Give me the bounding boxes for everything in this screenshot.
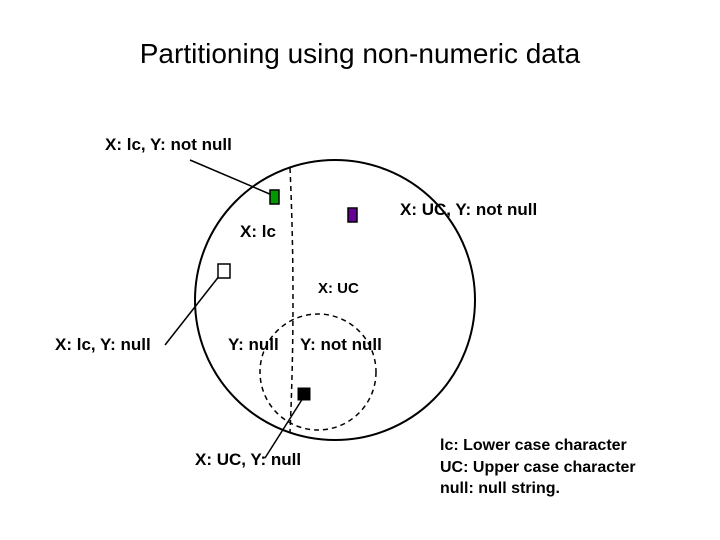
- purple-marker-icon: [348, 208, 357, 222]
- label-y-null: Y: null: [228, 335, 279, 355]
- label-bottom: X: UC, Y: null: [195, 450, 301, 470]
- vertical-divider-icon: [290, 168, 293, 432]
- white-marker-icon: [218, 264, 230, 278]
- connector-topleft-icon: [190, 160, 272, 195]
- legend-line-1: lc: Lower case character: [440, 435, 636, 457]
- label-left-outer: X: lc, Y: null: [55, 335, 151, 355]
- legend-line-2: UC: Upper case character: [440, 457, 636, 479]
- label-y-not-null: Y: not null: [300, 335, 382, 355]
- connector-left-icon: [165, 275, 220, 345]
- legend: lc: Lower case character UC: Upper case …: [440, 435, 636, 500]
- legend-line-3: null: null string.: [440, 478, 636, 500]
- label-x-uc: X: UC: [318, 280, 359, 297]
- label-x-lc: X: lc: [240, 222, 276, 242]
- label-top-right: X: UC, Y: not null: [400, 200, 537, 220]
- black-marker-icon: [298, 388, 310, 400]
- connector-bottom-icon: [265, 398, 303, 458]
- label-top-left: X: lc, Y: not null: [105, 135, 232, 155]
- green-marker-icon: [270, 190, 279, 204]
- inner-circle-icon: [260, 314, 376, 430]
